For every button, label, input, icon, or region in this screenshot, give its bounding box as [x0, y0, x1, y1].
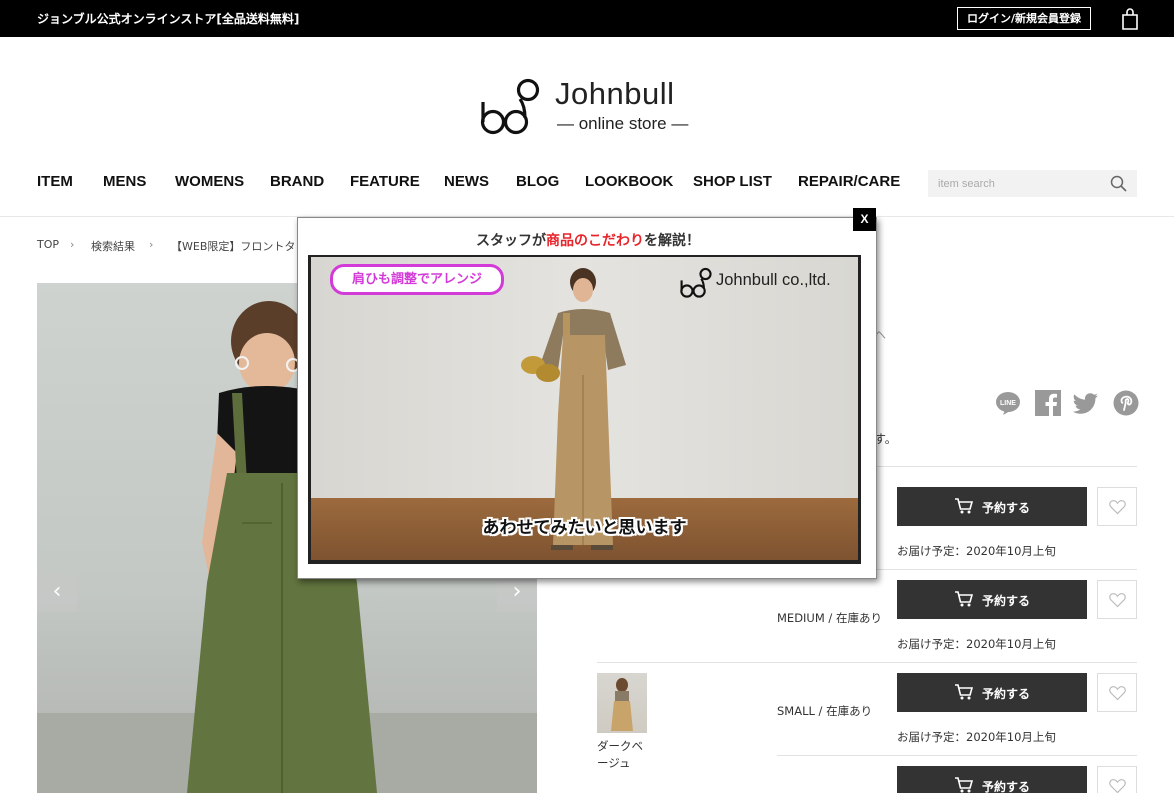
video-tag-label: 肩ひも調整でアレンジ	[330, 264, 504, 295]
reserve-label: 予約する	[982, 687, 1031, 701]
reserve-button[interactable]: 予約する	[897, 580, 1087, 619]
top-bar: ジョンブル公式オンラインストア[全品送料無料] ログイン/新規会員登録	[0, 0, 1174, 37]
next-image-button[interactable]: ›	[497, 574, 537, 612]
delivery-date: お届け予定：2020年10月上旬	[897, 730, 1056, 744]
product-description-fragment: す。	[874, 432, 897, 446]
cart-icon	[955, 684, 973, 700]
color-thumbnail[interactable]	[597, 673, 647, 733]
breadcrumb-current: 【WEB限定】フロントタッ	[171, 240, 307, 253]
color-thumbnail-photo	[611, 678, 633, 731]
nav-item-feature[interactable]: FEATURE	[350, 173, 420, 190]
nav-item-brand[interactable]: BRAND	[270, 173, 324, 190]
reserve-button[interactable]: 予約する	[897, 766, 1087, 793]
video-caption: あわせてみたいと思います	[482, 518, 687, 538]
line-share-icon[interactable]: LINE	[995, 390, 1021, 416]
site-logo[interactable]: Johnbull — online store —	[480, 72, 700, 138]
breadcrumb-top[interactable]: TOP	[37, 238, 59, 251]
johnbull-logo-icon	[680, 267, 712, 298]
nav-item-repair-care[interactable]: REPAIR/CARE	[798, 173, 900, 190]
reserve-button[interactable]: 予約する	[897, 487, 1087, 526]
breadcrumb-search-results[interactable]: 検索結果	[91, 238, 135, 254]
favorite-button[interactable]	[1097, 766, 1137, 793]
reserve-label: 予約する	[982, 780, 1031, 793]
popup-title: スタッフが商品のこだわりを解説！	[476, 233, 700, 249]
nav-item-item[interactable]: ITEM	[37, 173, 73, 190]
search-icon[interactable]	[1110, 175, 1127, 192]
size-stock-label: MEDIUM / 在庫あり	[777, 611, 882, 625]
nav-item-blog[interactable]: BLOG	[516, 173, 559, 190]
close-popup-button[interactable]: X	[853, 208, 876, 231]
divider	[597, 662, 1137, 663]
cart-icon	[955, 498, 973, 514]
video-popup: X スタッフが商品のこだわりを解説！ 肩ひも調整でアレンジ Johnbull c…	[297, 208, 877, 579]
heart-icon	[1109, 593, 1126, 608]
divider	[777, 755, 1137, 756]
search-box	[928, 170, 1137, 197]
popup-title-highlight: 商品のこだわり	[546, 233, 644, 249]
heart-icon	[1109, 779, 1126, 793]
chevron-right-icon: ›	[70, 238, 75, 251]
nav-item-womens[interactable]: WOMENS	[175, 173, 244, 190]
size-stock-label: SMALL / 在庫あり	[777, 704, 873, 718]
search-input[interactable]	[928, 170, 1103, 197]
heart-icon	[1109, 686, 1126, 701]
prev-image-button[interactable]: ‹	[37, 574, 77, 612]
facebook-share-icon[interactable]	[1035, 390, 1061, 416]
login-button[interactable]: ログイン/新規会員登録	[957, 7, 1091, 30]
reserve-label: 予約する	[982, 501, 1031, 515]
reserve-button[interactable]: 予約する	[897, 673, 1087, 712]
color-name: ダークベージュ	[597, 739, 643, 770]
reserve-label: 予約する	[982, 594, 1031, 608]
nav-item-mens[interactable]: MENS	[103, 173, 146, 190]
twitter-share-icon[interactable]	[1073, 390, 1099, 416]
store-name: ジョンブル公式オンラインストア[全品送料無料]	[37, 12, 300, 26]
video-logo-text: Johnbull co.,ltd.	[716, 271, 831, 289]
shopping-bag-icon[interactable]	[1121, 8, 1139, 30]
logo-name: Johnbull	[555, 76, 675, 111]
delivery-date: お届け予定：2020年10月上旬	[897, 544, 1056, 558]
chevron-right-icon: ›	[149, 238, 154, 251]
video-logo: Johnbull co.,ltd.	[680, 265, 850, 299]
pinterest-share-icon[interactable]	[1113, 390, 1139, 416]
logo-subtitle: — online store —	[557, 114, 689, 133]
cart-icon	[955, 777, 973, 793]
svg-text:LINE: LINE	[1000, 400, 1016, 407]
johnbull-logo-icon	[480, 78, 540, 135]
heart-icon	[1109, 500, 1126, 515]
nav-item-lookbook[interactable]: LOOKBOOK	[585, 173, 673, 190]
favorite-button[interactable]	[1097, 580, 1137, 619]
video-player[interactable]: 肩ひも調整でアレンジ Johnbull co.,ltd. あわせてみたいと思いま…	[308, 255, 861, 564]
favorite-button[interactable]	[1097, 487, 1137, 526]
delivery-date: お届け予定：2020年10月上旬	[897, 637, 1056, 651]
nav-item-shop-list[interactable]: SHOP LIST	[693, 173, 772, 190]
favorite-button[interactable]	[1097, 673, 1137, 712]
cart-icon	[955, 591, 973, 607]
nav-item-news[interactable]: NEWS	[444, 173, 489, 190]
